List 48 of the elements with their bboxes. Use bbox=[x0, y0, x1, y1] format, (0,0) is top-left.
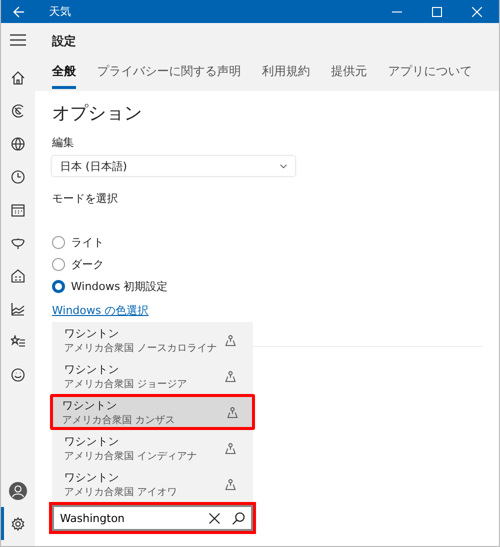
page-title: 設定 bbox=[52, 33, 77, 50]
radio-button[interactable] bbox=[52, 236, 65, 249]
building-icon[interactable] bbox=[11, 268, 25, 282]
clear-icon[interactable] bbox=[209, 512, 220, 524]
radio-label: ダーク bbox=[71, 257, 104, 272]
radio-button[interactable] bbox=[52, 280, 65, 293]
compass-icon[interactable] bbox=[11, 104, 25, 118]
search-field[interactable]: Washington bbox=[52, 505, 253, 531]
chevron-icon bbox=[280, 164, 287, 168]
back-icon[interactable] bbox=[13, 6, 25, 18]
search-icon[interactable] bbox=[232, 512, 245, 524]
location-icon bbox=[225, 334, 236, 346]
radio-button[interactable] bbox=[52, 258, 65, 271]
location-icon bbox=[225, 370, 236, 382]
section-title: オプション bbox=[52, 102, 143, 125]
window-title: 天気 bbox=[49, 4, 71, 19]
tab[interactable]: 利用規約 bbox=[262, 63, 310, 89]
tab[interactable]: 提供元 bbox=[331, 63, 367, 89]
home-icon[interactable] bbox=[11, 70, 25, 84]
tab[interactable]: アプリについて bbox=[388, 63, 472, 89]
smiley-icon[interactable] bbox=[11, 368, 25, 382]
suggestion-item[interactable]: ワシントン アメリカ合衆国 アイオワ bbox=[52, 466, 253, 502]
tab[interactable]: プライバシーに関する声明 bbox=[97, 63, 241, 89]
suggestion-item[interactable]: ワシントン アメリカ合衆国 カンザス bbox=[50, 394, 255, 430]
location-icon bbox=[227, 406, 238, 418]
radio-label: ライト bbox=[71, 235, 104, 250]
search-input[interactable]: Washington bbox=[60, 512, 197, 524]
calendar-icon[interactable] bbox=[11, 202, 25, 216]
close-icon[interactable] bbox=[472, 6, 482, 16]
flower-icon[interactable] bbox=[11, 236, 25, 250]
radio-label: Windows 初期設定 bbox=[71, 279, 168, 294]
field-label: 編集 bbox=[52, 135, 75, 150]
avatar-icon[interactable] bbox=[9, 482, 27, 500]
clock-icon[interactable] bbox=[11, 170, 25, 184]
location-icon bbox=[225, 442, 236, 454]
star-list-icon[interactable] bbox=[11, 334, 25, 348]
settings-icon[interactable] bbox=[11, 516, 25, 530]
suggestion-item[interactable]: ワシントン アメリカ合衆国 インディアナ bbox=[52, 430, 253, 466]
color-settings-link[interactable]: Windows の色選択 bbox=[52, 303, 149, 318]
menu-icon[interactable] bbox=[10, 34, 26, 46]
chart-icon[interactable] bbox=[11, 302, 25, 316]
globe-icon[interactable] bbox=[11, 136, 25, 150]
field-label: モードを選択 bbox=[52, 191, 119, 206]
language-dropdown[interactable]: 日本 (日本語) bbox=[52, 156, 295, 176]
location-icon bbox=[225, 478, 236, 490]
suggestion-item[interactable]: ワシントン アメリカ合衆国 ジョージア bbox=[52, 358, 253, 394]
maximize-icon[interactable] bbox=[432, 6, 442, 16]
suggestion-item[interactable]: ワシントン アメリカ合衆国 ノースカロライナ bbox=[52, 322, 253, 358]
